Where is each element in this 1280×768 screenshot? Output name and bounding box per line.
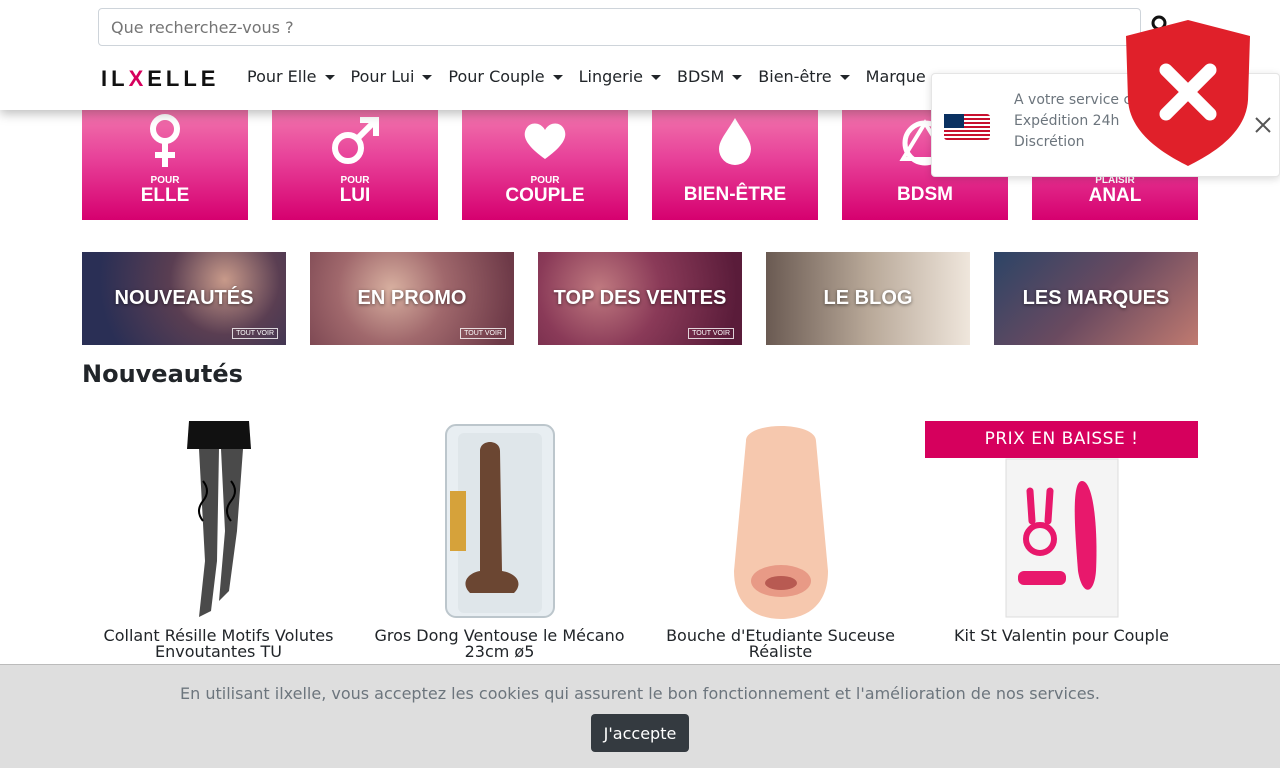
search-input[interactable] — [98, 8, 1141, 46]
category-tile-lui[interactable]: POUR LUI — [272, 105, 438, 220]
us-flag-icon — [944, 114, 990, 144]
close-icon[interactable] — [1254, 116, 1272, 138]
category-tile-elle[interactable]: POUR ELLE — [82, 105, 248, 220]
chevron-down-icon — [422, 74, 433, 80]
accept-cookies-button[interactable]: J'accepte — [591, 714, 689, 752]
shield-error-icon — [1126, 20, 1250, 170]
banner-les-marques[interactable]: LES MARQUES — [994, 252, 1198, 345]
chevron-down-icon — [839, 74, 850, 80]
product-image[interactable] — [363, 421, 636, 621]
female-symbol-icon — [82, 109, 248, 173]
product-card[interactable]: Collant Résille Motifs Volutes Envoutant… — [82, 421, 355, 660]
chevron-down-icon — [324, 74, 335, 80]
product-card[interactable]: PRIX EN BAISSE ! Kit St Valentin pour Co… — [925, 421, 1198, 644]
banner-nouveautes[interactable]: NOUVEAUTÉS TOUT VOIR — [82, 252, 286, 345]
nav-pour-elle[interactable]: Pour Elle — [247, 66, 335, 88]
nav-bien-etre[interactable]: Bien-être — [758, 66, 850, 88]
main-nav: Pour Elle Pour Lui Pour Couple Lingerie … — [247, 66, 942, 88]
nav-pour-lui[interactable]: Pour Lui — [351, 66, 433, 88]
banner-top-des-ventes[interactable]: TOP DES VENTES TOUT VOIR — [538, 252, 742, 345]
nav-marque[interactable]: Marque — [866, 66, 926, 88]
product-card[interactable]: Gros Dong Ventouse le Mécano 23cm ø5 — [363, 421, 636, 660]
chevron-down-icon — [651, 74, 661, 80]
droplet-icon — [652, 109, 818, 173]
price-drop-badge: PRIX EN BAISSE ! — [925, 421, 1198, 458]
banner-le-blog[interactable]: LE BLOG — [766, 252, 970, 345]
section-title: Nouveautés — [82, 360, 243, 388]
male-symbol-icon — [272, 109, 438, 173]
nav-lingerie[interactable]: Lingerie — [579, 66, 661, 88]
product-name[interactable]: Kit St Valentin pour Couple — [925, 628, 1198, 644]
category-tile-bien-etre[interactable]: BIEN-ÊTRE — [652, 105, 818, 220]
nav-bdsm[interactable]: BDSM — [677, 66, 743, 88]
nav-pour-couple[interactable]: Pour Couple — [448, 66, 563, 88]
product-name[interactable]: Gros Dong Ventouse le Mécano 23cm ø5 — [363, 628, 636, 660]
chevron-down-icon — [732, 74, 743, 80]
banner-en-promo[interactable]: EN PROMO TOUT VOIR — [310, 252, 514, 345]
category-tile-couple[interactable]: POUR COUPLE — [462, 105, 628, 220]
cookie-text: En utilisant ilxelle, vous acceptez les … — [180, 684, 1100, 703]
chevron-down-icon — [552, 74, 563, 80]
product-image[interactable] — [82, 421, 355, 621]
product-name[interactable]: Bouche d'Etudiante Suceuse Réaliste — [644, 628, 917, 660]
site-logo[interactable]: ILXELLE — [101, 66, 219, 92]
product-image[interactable] — [644, 421, 917, 621]
product-card[interactable]: Bouche d'Etudiante Suceuse Réaliste — [644, 421, 917, 660]
heart-icon — [462, 109, 628, 173]
cookie-banner: En utilisant ilxelle, vous acceptez les … — [0, 664, 1280, 768]
product-name[interactable]: Collant Résille Motifs Volutes Envoutant… — [82, 628, 355, 660]
notification-text: A votre service c Expédition 24h Discrét… — [1014, 92, 1132, 150]
